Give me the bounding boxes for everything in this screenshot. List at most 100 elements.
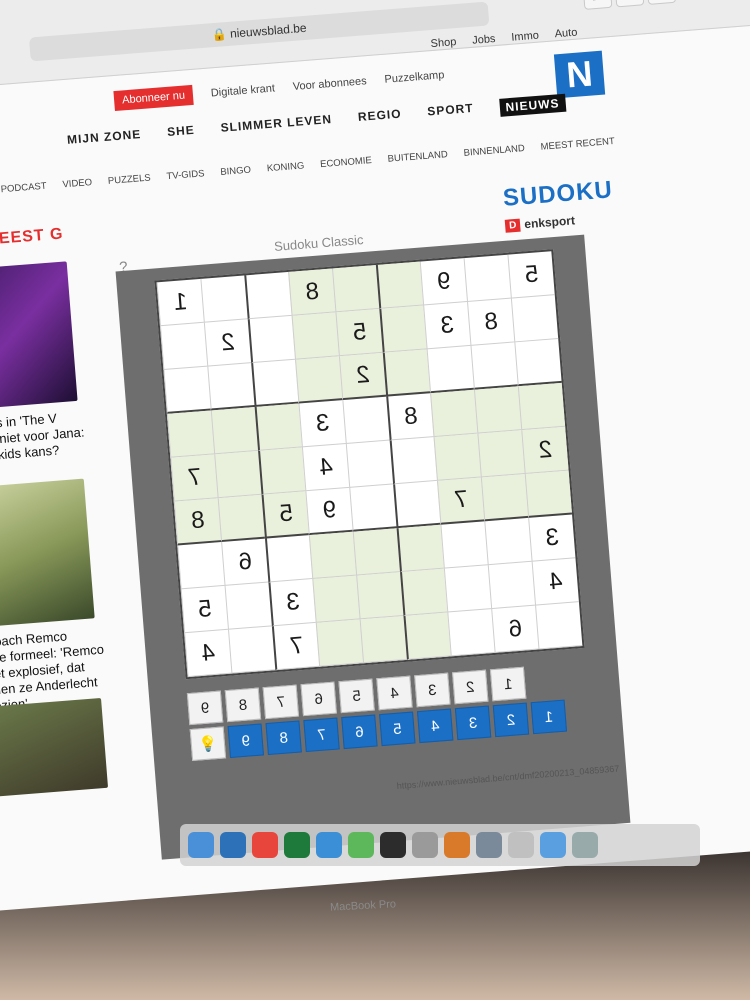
sudoku-cell[interactable] [430, 389, 478, 438]
nav-she[interactable]: SHE [167, 123, 196, 143]
sudoku-cell[interactable] [210, 407, 259, 455]
sudoku-cell[interactable]: 8 [288, 268, 336, 316]
note-button-5[interactable]: 5 [379, 711, 416, 747]
sudoku-cell[interactable]: 5 [335, 308, 383, 357]
dock-app-icon[interactable] [412, 832, 438, 858]
bookmark-immo[interactable]: Immo [511, 30, 539, 44]
sudoku-cell[interactable] [214, 450, 262, 499]
sudoku-cell[interactable]: 7 [436, 477, 485, 525]
sudoku-cell[interactable] [312, 575, 360, 623]
note-button-6[interactable]: 6 [341, 714, 378, 750]
number-button-9[interactable]: 9 [186, 690, 224, 726]
sudoku-cell[interactable] [247, 315, 296, 364]
number-button-5[interactable]: 5 [338, 678, 375, 714]
sudoku-cell[interactable] [254, 403, 302, 451]
sudoku-cell[interactable] [375, 261, 424, 309]
sudoku-cell[interactable] [308, 531, 357, 580]
number-button-2[interactable]: 2 [452, 669, 489, 705]
sudoku-cell[interactable]: 5 [507, 251, 555, 299]
subnav-binnenland[interactable]: BINNENLAND [463, 143, 525, 159]
sudoku-cell[interactable]: 3 [298, 400, 346, 448]
sudoku-cell[interactable] [291, 312, 339, 360]
sudoku-cell[interactable] [517, 382, 566, 431]
note-button-2[interactable]: 2 [492, 702, 530, 738]
sudoku-cell[interactable]: 2 [338, 352, 387, 401]
sudoku-cell[interactable] [470, 342, 518, 390]
dock-app-icon[interactable] [252, 832, 278, 858]
dock-app-icon[interactable] [572, 832, 598, 858]
sudoku-cell[interactable]: 8 [467, 298, 515, 346]
number-button-3[interactable]: 3 [414, 672, 451, 708]
sudoku-cell[interactable]: 1 [156, 278, 204, 327]
sudoku-cell[interactable] [224, 582, 272, 630]
sudoku-cell[interactable]: 3 [423, 302, 471, 350]
sudoku-cell[interactable]: 2 [521, 426, 569, 475]
dock-app-icon[interactable] [188, 832, 214, 858]
bookmark-auto[interactable]: Auto [554, 27, 578, 41]
sudoku-cell[interactable] [480, 474, 529, 522]
sudoku-cell[interactable]: 2 [203, 319, 252, 367]
sudoku-cell[interactable] [359, 615, 407, 664]
sudoku-cell[interactable] [244, 271, 292, 320]
sudoku-cell[interactable]: 8 [386, 393, 434, 441]
dock-app-icon[interactable] [508, 832, 534, 858]
article-thumbnail[interactable] [0, 261, 78, 411]
sudoku-cell[interactable] [440, 521, 488, 569]
bookmark-shop[interactable]: Shop [430, 36, 457, 50]
sudoku-cell[interactable]: 7 [170, 454, 218, 502]
note-button-3[interactable]: 3 [454, 705, 492, 741]
note-button-8[interactable]: 8 [265, 720, 302, 756]
sudoku-cell[interactable] [228, 626, 276, 674]
note-button-1[interactable]: 1 [530, 699, 568, 735]
bookmark-jobs[interactable]: Jobs [472, 33, 496, 47]
nav-sport[interactable]: SPORT [427, 101, 475, 123]
note-button-9[interactable]: 9 [227, 723, 264, 759]
sudoku-cell[interactable] [295, 356, 343, 404]
sudoku-cell[interactable] [331, 265, 380, 313]
nav-regio[interactable]: REGIO [357, 107, 402, 128]
sudoku-cell[interactable] [400, 568, 448, 616]
subnav-puzzels[interactable]: PUZZELS [108, 172, 151, 186]
sudoku-cell[interactable]: 6 [221, 538, 269, 586]
sudoku-cell[interactable] [258, 447, 306, 495]
sudoku-cell[interactable]: 4 [531, 558, 579, 606]
subscribe-button[interactable]: Abonneer nu [113, 84, 194, 112]
subnav-bingo[interactable]: BINGO [220, 165, 251, 178]
note-button-4[interactable]: 4 [416, 708, 454, 744]
subnav-koning[interactable]: KONING [266, 160, 304, 174]
dock-app-icon[interactable] [348, 832, 374, 858]
sudoku-cell[interactable]: 9 [305, 487, 353, 536]
sudoku-cell[interactable] [177, 542, 225, 590]
dock-app-icon[interactable] [220, 832, 246, 858]
sudoku-cell[interactable] [345, 440, 394, 488]
sudoku-cell[interactable] [166, 410, 215, 458]
sudoku-cell[interactable] [487, 561, 536, 610]
sudoku-cell[interactable]: 5 [261, 491, 309, 539]
number-button-6[interactable]: 6 [300, 681, 337, 717]
number-button-7[interactable]: 7 [262, 684, 300, 720]
subnav-buitenland[interactable]: BUITENLAND [387, 149, 448, 165]
subnav-tvgids[interactable]: TV-GIDS [166, 168, 205, 182]
sidebar-toggle-button[interactable]: ▭ [582, 0, 613, 10]
sudoku-cell[interactable] [389, 437, 437, 485]
sudoku-cell[interactable] [217, 494, 265, 543]
sudoku-cell[interactable] [207, 363, 255, 411]
sudoku-cell[interactable] [463, 254, 511, 303]
sudoku-cell[interactable] [393, 480, 441, 529]
forward-button[interactable]: › [646, 0, 677, 5]
site-logo[interactable]: N [553, 50, 606, 99]
dock-app-icon[interactable] [476, 832, 502, 858]
sudoku-cell[interactable] [315, 619, 364, 667]
sudoku-cell[interactable] [447, 609, 495, 657]
dock-app-icon[interactable] [444, 832, 470, 858]
sudoku-cell[interactable] [477, 430, 525, 478]
sudoku-cell[interactable] [396, 524, 444, 573]
back-button[interactable]: ‹ [614, 0, 645, 8]
sudoku-cell[interactable] [159, 322, 208, 371]
sudoku-cell[interactable] [382, 349, 431, 397]
subnav-podcast[interactable]: PODCAST [0, 181, 47, 196]
sudoku-cell[interactable] [433, 433, 481, 481]
sudoku-cell[interactable]: 4 [184, 629, 232, 678]
article-caption[interactable]: Coaches in 'The V draaien niet voor Jana… [0, 408, 89, 466]
sudoku-cell[interactable] [403, 612, 451, 660]
